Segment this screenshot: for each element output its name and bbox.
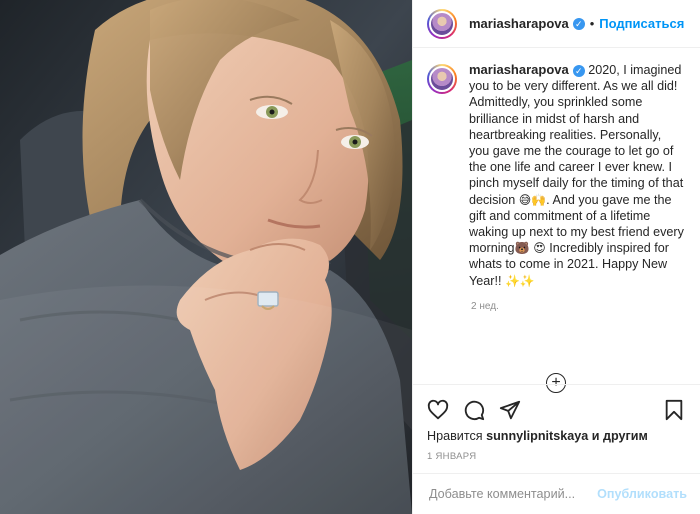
action-icons bbox=[427, 397, 685, 423]
caption-emoji-2: 🐻 😍 bbox=[514, 241, 546, 256]
share-icon[interactable] bbox=[499, 399, 521, 421]
caption-username[interactable]: mariasharapova bbox=[469, 62, 569, 77]
caption-emoji-1: 😅🙌 bbox=[518, 192, 547, 207]
likes-others-link[interactable]: и другим bbox=[592, 429, 648, 443]
post-actions: Нравится sunnylipnitskaya и другим 1 янв… bbox=[413, 384, 700, 462]
avatar-image bbox=[429, 10, 455, 37]
caption-author-avatar[interactable] bbox=[427, 64, 457, 94]
comment-input[interactable] bbox=[427, 486, 598, 502]
author-avatar[interactable] bbox=[427, 8, 457, 39]
post-caption: mariasharapova ✓ 2020, I imagined you to … bbox=[469, 62, 684, 289]
likes-user-link[interactable]: sunnylipnitskaya bbox=[486, 429, 588, 443]
header-separator: • bbox=[589, 16, 595, 31]
caption-text-part-1: 2020, I imagined you to be very differen… bbox=[469, 63, 684, 207]
caption-emoji-3: ✨✨ bbox=[504, 273, 535, 288]
comments-section: mariasharapova ✓ 2020, I imagined you to … bbox=[413, 48, 700, 393]
post-date[interactable]: 1 января bbox=[427, 451, 685, 462]
add-comment-bar: Опубликовать bbox=[413, 473, 700, 514]
selfie-photo bbox=[0, 0, 412, 514]
verified-badge-icon: ✓ bbox=[572, 17, 585, 30]
avatar-image bbox=[429, 66, 455, 92]
comment-icon[interactable] bbox=[463, 399, 485, 421]
post-photo[interactable] bbox=[0, 0, 412, 514]
heart-icon[interactable] bbox=[427, 399, 449, 421]
caption-time-ago[interactable]: 2 нед. bbox=[471, 301, 684, 312]
post-header: mariasharapova ✓ • Подписаться bbox=[413, 0, 700, 48]
publish-button[interactable]: Опубликовать bbox=[597, 487, 687, 501]
instagram-post: mariasharapova ✓ • Подписаться mariashar… bbox=[0, 0, 700, 514]
follow-button[interactable]: Подписаться bbox=[599, 16, 684, 31]
likes-summary: Нравится sunnylipnitskaya и другим bbox=[427, 429, 685, 443]
bookmark-icon[interactable] bbox=[663, 399, 685, 421]
verified-badge-icon: ✓ bbox=[572, 64, 585, 77]
caption-row: mariasharapova ✓ 2020, I imagined you to … bbox=[427, 62, 684, 289]
likes-prefix: Нравится bbox=[427, 429, 483, 443]
post-sidebar: mariasharapova ✓ • Подписаться mariashar… bbox=[412, 0, 700, 514]
author-username[interactable]: mariasharapova bbox=[469, 16, 569, 31]
